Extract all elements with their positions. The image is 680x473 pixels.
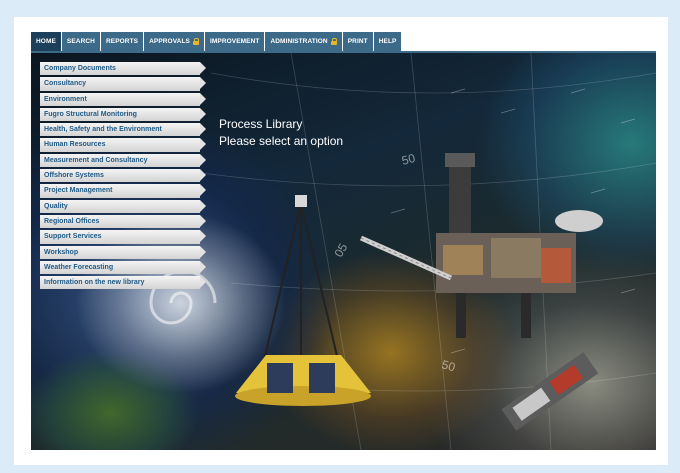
tab-search[interactable]: SEARCH [61,32,100,51]
page-subtitle: Please select an option [219,134,344,148]
top-navigation: HOME SEARCH REPORTS APPROVALS IMPROVEMEN… [31,32,402,51]
page-frame: HOME SEARCH REPORTS APPROVALS IMPROVEMEN… [14,17,668,465]
menu-item-measurement-consultancy[interactable]: Measurement and Consultancy [40,153,206,168]
lock-icon [330,38,337,45]
tab-print[interactable]: PRINT [342,32,373,51]
tab-help[interactable]: HELP [373,32,402,51]
lock-icon [192,38,199,45]
menu-item-consultancy[interactable]: Consultancy [40,77,206,91]
menu-item-weather-forecasting[interactable]: Weather Forecasting [40,260,206,275]
tab-approvals[interactable]: APPROVALS [144,32,204,51]
chart-number-label: 05 [331,241,350,260]
menu-item-regional-offices[interactable]: Regional Offices [40,214,206,229]
hero-banner: 50 50 05 Company Documents Consultancy E… [31,53,656,450]
menu-item-new-library-info[interactable]: Information on the new library [40,276,206,290]
menu-item-company-documents[interactable]: Company Documents [40,62,206,76]
menu-item-offshore-systems[interactable]: Offshore Systems [40,169,206,183]
menu-item-quality[interactable]: Quality [40,199,206,213]
tab-administration[interactable]: ADMINISTRATION [265,32,342,51]
process-menu: Company Documents Consultancy Environmen… [40,62,206,290]
menu-item-human-resources[interactable]: Human Resources [40,138,206,152]
menu-item-workshop[interactable]: Workshop [40,245,206,259]
page-title: Process Library [219,117,303,131]
menu-item-support-services[interactable]: Support Services [40,230,206,244]
menu-item-fugro-structural-monitoring[interactable]: Fugro Structural Monitoring [40,107,206,122]
menu-item-project-management[interactable]: Project Management [40,184,206,198]
tab-home[interactable]: HOME [31,32,61,51]
chart-number-label: 50 [400,151,417,168]
tab-reports[interactable]: REPORTS [100,32,144,51]
menu-item-environment[interactable]: Environment [40,92,206,106]
menu-item-health-safety-environment[interactable]: Health, Safety and the Environment [40,123,206,137]
tab-improvement[interactable]: IMPROVEMENT [204,32,265,51]
